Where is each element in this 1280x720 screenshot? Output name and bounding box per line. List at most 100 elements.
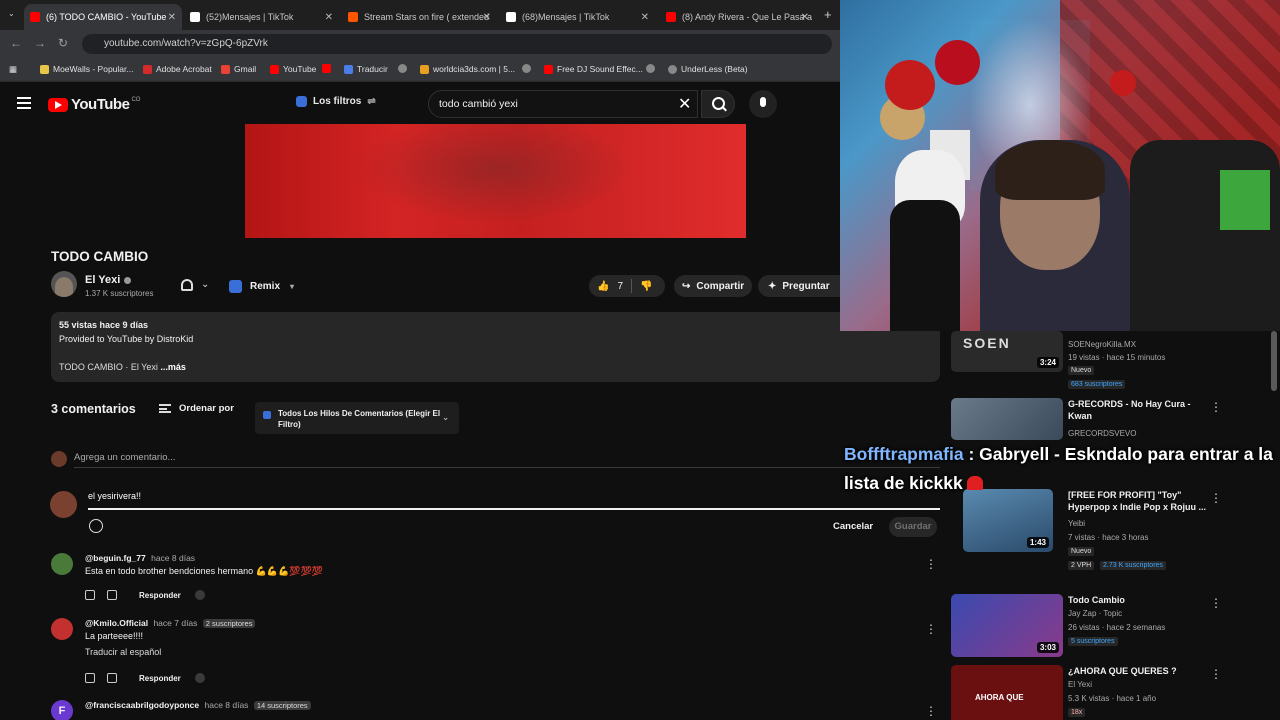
commenter-avatar[interactable] <box>51 553 73 575</box>
microphone-icon[interactable] <box>749 90 777 118</box>
url-field[interactable]: youtube.com/watch?v=zGpQ-6pZVrk <box>82 34 832 54</box>
browser-tab[interactable]: (6) TODO CAMBIO - YouTube ✕ <box>24 4 182 30</box>
thread-filter-dropdown[interactable]: Todos Los Hilos De Comentarios (Elegir E… <box>255 402 459 434</box>
sidebar-scrollbar[interactable] <box>1271 331 1277 391</box>
description-box[interactable]: 55 vistas hace 9 días Provided to YouTub… <box>51 312 940 382</box>
bookmark-unnamed[interactable] <box>646 64 659 73</box>
close-tab-icon[interactable]: ✕ <box>325 12 333 23</box>
more-link[interactable]: ...más <box>160 362 186 372</box>
search-input[interactable]: todo cambió yexi <box>428 90 698 118</box>
dislike-icon[interactable] <box>107 590 117 600</box>
browser-tab[interactable]: Stream Stars on fire ( extended ✕ <box>342 4 497 30</box>
channel-name[interactable]: Jay Zap · Topic <box>1068 609 1122 618</box>
comment-author[interactable]: @franciscaabrilgodoyponce <box>85 700 199 710</box>
emoji-icon[interactable] <box>89 519 103 533</box>
bookmark-acrobat[interactable]: Adobe Acrobat <box>143 64 212 74</box>
video-thumbnail[interactable]: SOEN 3:24 <box>951 331 1063 372</box>
back-icon[interactable]: ← <box>10 36 22 50</box>
dislike-icon[interactable] <box>107 673 117 683</box>
clear-search-icon[interactable]: ✕ <box>678 94 691 114</box>
comment-time[interactable]: hace 8 días <box>151 553 195 563</box>
bell-icon[interactable] <box>181 279 193 291</box>
recommended-video[interactable]: AHORA QUE ¿AHORA QUE QUERES ? El Yexi 5.… <box>951 665 1276 720</box>
reload-icon[interactable]: ↻ <box>58 36 68 50</box>
video-thumbnail[interactable]: 3:03 <box>951 594 1063 657</box>
more-options-icon[interactable]: ⋮ <box>1210 667 1222 681</box>
channel-name[interactable]: El Yexi <box>1068 680 1092 689</box>
channel-name[interactable]: SOENegroKilla.MX <box>1068 340 1136 349</box>
comment-author[interactable]: @Kmilo.Official <box>85 618 148 628</box>
ask-button[interactable]: ✦ Preguntar <box>758 275 840 297</box>
apps-icon[interactable]: ▦ <box>9 64 17 75</box>
reply-button[interactable]: Responder <box>139 591 181 600</box>
like-icon[interactable] <box>85 590 95 600</box>
comment-time[interactable]: hace 8 días <box>204 700 248 710</box>
bookmark-unnamed[interactable] <box>398 64 411 73</box>
comment-author[interactable]: @beguin.fg_77 <box>85 553 146 563</box>
more-options-icon[interactable]: ⋮ <box>925 704 937 718</box>
close-tab-icon[interactable]: ✕ <box>801 12 809 23</box>
comment-time[interactable]: hace 7 días <box>153 618 197 628</box>
translate-link[interactable]: Traducir al español <box>85 647 161 657</box>
menu-icon[interactable] <box>17 97 31 109</box>
commenter-avatar[interactable] <box>51 618 73 640</box>
dislike-icon[interactable]: 👎 <box>640 281 652 292</box>
creator-heart-icon[interactable] <box>194 590 205 600</box>
channel-name[interactable]: El Yexi <box>85 274 132 286</box>
cancel-button[interactable]: Cancelar <box>833 521 873 532</box>
video-thumbnail[interactable] <box>951 398 1063 440</box>
more-options-icon[interactable]: ⋮ <box>1210 596 1222 610</box>
bookmark-dj-sounds[interactable]: Free DJ Sound Effec... <box>544 64 643 74</box>
reply-button[interactable]: Responder <box>139 674 181 683</box>
like-icon[interactable] <box>85 673 95 683</box>
youtube-logo[interactable]: YouTube CO <box>48 96 140 113</box>
video-title[interactable]: G-RECORDS - No Hay Cura - Kwan <box>1068 398 1206 422</box>
like-icon[interactable]: 👍 <box>597 281 609 292</box>
creator-heart-icon[interactable] <box>194 673 205 683</box>
browser-tab[interactable]: (52)Mensajes | TikTok ✕ <box>184 4 339 30</box>
more-options-icon[interactable]: ⋮ <box>925 557 937 571</box>
bookmark-unnamed[interactable] <box>322 64 335 73</box>
more-options-icon[interactable]: ⋮ <box>1210 400 1222 414</box>
video-thumbnail[interactable]: 1:43 <box>963 489 1053 552</box>
thumbnail-art: SOEN <box>963 335 1011 351</box>
bookmark-traducir[interactable]: Traducir <box>344 64 388 74</box>
sort-button[interactable]: Ordenar por <box>159 403 234 414</box>
video-thumbnail[interactable]: AHORA QUE <box>951 665 1063 720</box>
new-tab-icon[interactable]: + <box>824 7 832 22</box>
close-tab-icon[interactable]: ✕ <box>483 12 491 23</box>
channel-name[interactable]: Yeibi <box>1068 519 1085 528</box>
bookmark-moewalls[interactable]: MoeWalls - Popular... <box>40 64 133 74</box>
tab-search-icon[interactable]: ⌄ <box>8 9 15 18</box>
close-tab-icon[interactable]: ✕ <box>168 12 176 23</box>
forward-icon[interactable]: → <box>34 36 46 50</box>
browser-tab[interactable]: (8) Andy Rivera - Que Le Pasa a ✕ <box>660 4 815 30</box>
filters-button[interactable]: Los filtros ⇌ <box>296 96 376 107</box>
save-button[interactable]: Guardar <box>889 517 937 537</box>
recommended-video[interactable]: 1:43 [FREE FOR PROFIT] "Toy" Hyperpop x … <box>951 489 1276 574</box>
bookmark-youtube[interactable]: YouTube <box>270 64 316 74</box>
add-comment-row[interactable]: Agrega un comentario... <box>51 450 940 468</box>
channel-name[interactable]: GRECORDSVEVO <box>1068 429 1136 438</box>
youtube-icon <box>666 12 676 22</box>
bookmark-underless[interactable]: UnderLess (Beta) <box>668 64 748 74</box>
video-title[interactable]: Todo Cambio <box>1068 594 1206 606</box>
recommended-video[interactable]: SOEN 3:24 SOENegroKilla.MX 19 vistas · h… <box>951 331 1276 393</box>
browser-tab[interactable]: (68)Mensajes | TikTok ✕ <box>500 4 655 30</box>
address-bar-row: ← → ↻ youtube.com/watch?v=zGpQ-6pZVrk <box>0 30 840 58</box>
bookmark-gmail[interactable]: Gmail <box>221 64 256 74</box>
more-options-icon[interactable]: ⋮ <box>925 622 937 636</box>
channel-avatar[interactable] <box>51 271 77 297</box>
close-tab-icon[interactable]: ✕ <box>641 12 649 23</box>
remix-button[interactable]: Remix ▾ <box>229 276 294 296</box>
recommended-video[interactable]: 3:03 Todo Cambio Jay Zap · Topic 26 vist… <box>951 594 1276 658</box>
share-button[interactable]: ↪ Compartir <box>674 275 753 297</box>
search-button[interactable] <box>701 90 735 118</box>
bookmark-worldcia[interactable]: worldcia3ds.com | 5... <box>420 64 515 74</box>
video-player[interactable] <box>245 124 746 238</box>
commenter-avatar[interactable]: F <box>51 700 73 720</box>
bookmark-unnamed[interactable] <box>522 64 535 73</box>
comment-input[interactable]: el yesirivera!! <box>88 491 141 501</box>
chevron-down-icon[interactable]: ⌄ <box>201 279 209 290</box>
video-title[interactable]: ¿AHORA QUE QUERES ? <box>1068 665 1206 677</box>
